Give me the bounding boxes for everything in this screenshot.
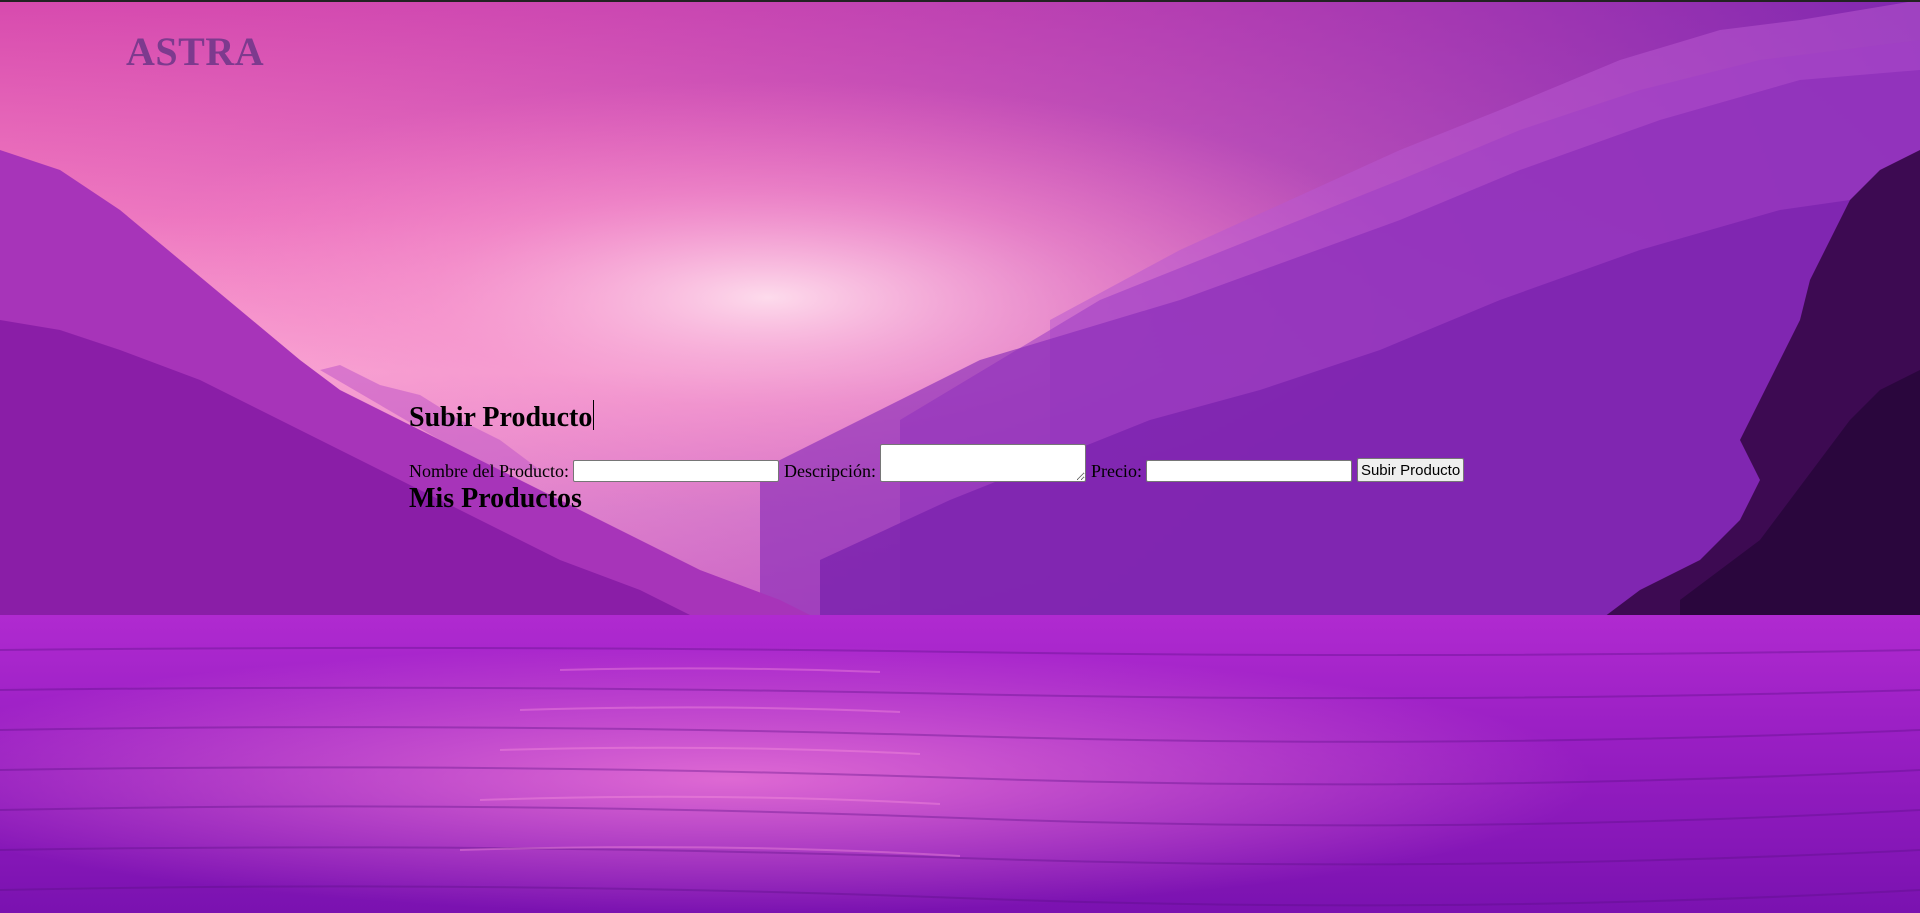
description-textarea[interactable] (879, 444, 1086, 482)
product-name-label: Nombre del Producto: (409, 461, 569, 481)
price-label: Precio: (1090, 461, 1142, 481)
brand-logo[interactable]: ASTRA (126, 28, 264, 75)
description-label: Descripción: (783, 461, 876, 481)
upload-heading-text: Subir Producto (409, 402, 593, 433)
price-input[interactable] (1145, 460, 1352, 482)
text-caret (593, 400, 595, 430)
my-products-heading: Mis Productos (409, 483, 582, 514)
upload-heading: Subir Producto (409, 396, 1609, 440)
upload-product-form: Nombre del Producto: Descripción: Precio… (409, 440, 1609, 482)
product-name-input[interactable] (572, 460, 779, 482)
main-content: Subir Producto Nombre del Producto: Desc… (409, 396, 1609, 516)
submit-product-button[interactable]: Subir Producto (1356, 458, 1465, 482)
